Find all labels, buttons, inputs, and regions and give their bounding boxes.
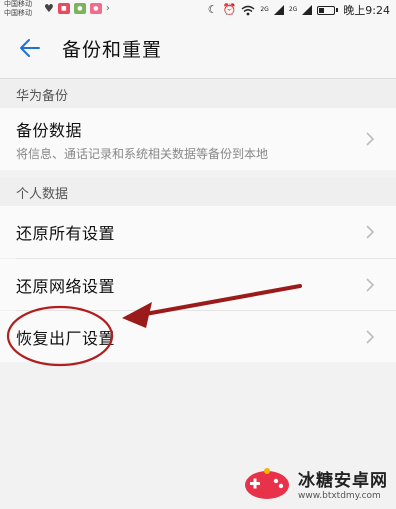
app-header: 备份和重置 xyxy=(0,18,396,78)
wifi-icon xyxy=(241,5,255,15)
list-item-backup-data[interactable]: 备份数据 将信息、通话记录和系统相关数据等备份到本地 xyxy=(0,108,396,170)
arrow-icon: › xyxy=(105,3,110,14)
arrow-left-icon xyxy=(20,39,40,57)
app-icon: ■ xyxy=(57,3,70,14)
chevron-right-icon xyxy=(360,327,380,347)
network-type-1: 2G xyxy=(260,6,269,13)
list-item-reset-all-settings[interactable]: 还原所有设置 xyxy=(0,206,396,258)
item-label-factory-reset: 恢复出厂设置 xyxy=(16,328,116,348)
watermark-name: 冰糖安卓网 xyxy=(298,470,388,491)
section-header-personal-data: 个人数据 xyxy=(0,178,396,206)
chevron-right-icon xyxy=(360,129,380,149)
weibo-icon: ● xyxy=(89,3,102,14)
watermark: 冰糖安卓网 www.btxtdmy.com xyxy=(242,463,388,503)
item-label-backup-data: 备份数据 xyxy=(16,120,83,140)
alarm-icon: ⏰ xyxy=(222,3,237,16)
carrier-info: 中国移动 中国移动 xyxy=(4,0,32,18)
item-label-reset-network-settings: 还原网络设置 xyxy=(16,276,116,296)
list-item-factory-reset[interactable]: 恢复出厂设置 xyxy=(0,311,396,362)
system-icons: ☾ ⏰ 2G 2G 晚上9:24 xyxy=(208,2,390,18)
battery-tip xyxy=(336,8,339,12)
heart-icon: ♥ xyxy=(44,2,54,15)
network-type-2: 2G xyxy=(288,6,298,13)
clock: 晚上9:24 xyxy=(343,4,390,17)
page-title: 备份和重置 xyxy=(62,38,163,61)
header-divider xyxy=(0,78,396,79)
item-subtitle-backup-data: 将信息、通话记录和系统相关数据等备份到本地 xyxy=(16,146,269,161)
list-item-reset-network-settings[interactable]: 还原网络设置 xyxy=(0,259,396,310)
notification-icons: ♥ ■ ● ● › xyxy=(44,2,110,15)
battery-icon xyxy=(317,5,336,15)
status-bar: 中国移动 中国移动 ♥ ■ ● ● › ☾ ⏰ 2G 2G 晚上9:24 xyxy=(0,0,396,18)
chevron-right-icon xyxy=(360,275,380,295)
signal-icon-2 xyxy=(302,5,313,15)
moon-icon: ☾ xyxy=(207,3,218,16)
back-button[interactable] xyxy=(10,28,50,68)
section-header-huawei-backup: 华为备份 xyxy=(0,80,396,108)
signal-icon xyxy=(273,5,284,15)
chevron-right-icon xyxy=(360,222,380,242)
gamepad-logo-icon xyxy=(245,468,289,499)
item-label-reset-all-settings: 还原所有设置 xyxy=(16,224,116,243)
message-icon: ● xyxy=(73,3,86,14)
carrier-1: 中国移动 xyxy=(4,0,32,8)
carrier-2: 中国移动 xyxy=(4,9,32,17)
watermark-url: www.btxtdmy.com xyxy=(298,490,381,501)
